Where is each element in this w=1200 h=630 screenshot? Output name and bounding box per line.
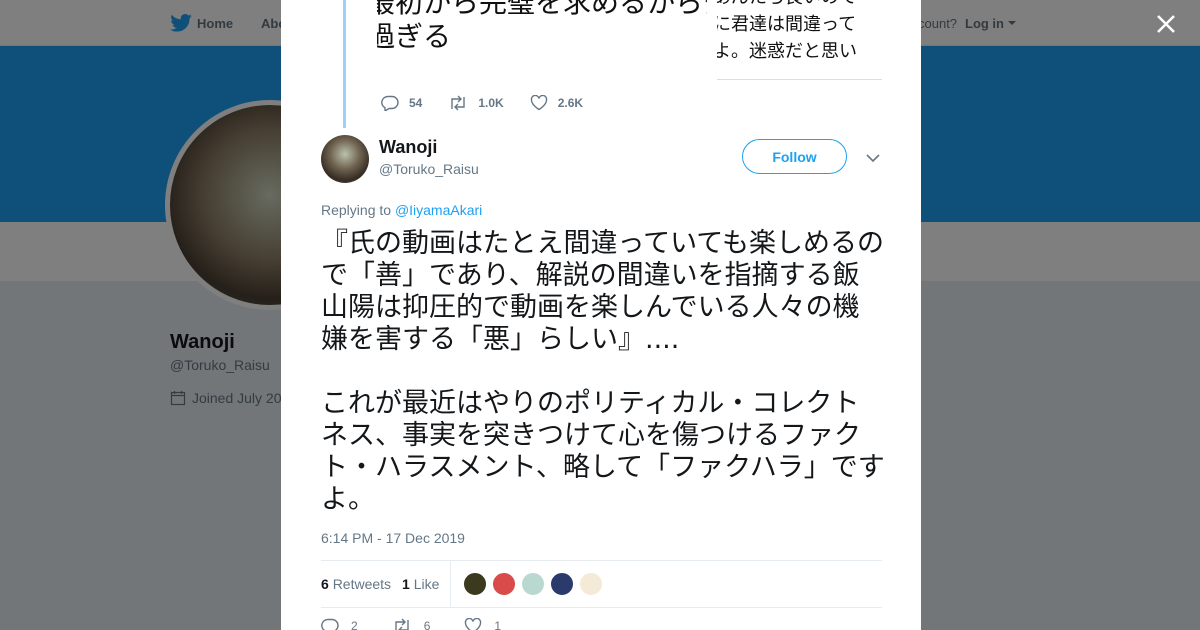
retweet-action[interactable]: 6: [392, 618, 431, 630]
like-action[interactable]: 1: [464, 618, 501, 630]
retweet-icon: [394, 618, 409, 630]
replying-to: Replying to @IiyamaAkari: [321, 202, 482, 218]
like-count: 2.6K: [557, 96, 584, 110]
tweet-paragraph: 『氏の動画はたとえ間違っていても楽しめるので「善」であり、解説の間違いを指摘する…: [321, 228, 884, 355]
image-text-line: あんたら良いので: [717, 0, 882, 11]
likes-stat-label: Like: [413, 576, 440, 592]
tweet-permalink-modal: 最初から完璧を求めるから夕 過ぎる あんたら良いので に君達は間違って よ。迷惑…: [281, 0, 921, 630]
image-text-line: 過ぎる: [377, 21, 452, 52]
author-avatar[interactable]: [321, 135, 369, 183]
retweets-stat-label: Retweets: [332, 576, 392, 592]
previous-tweet-actions: 54 1.0K 2.6K: [381, 94, 609, 112]
follow-button[interactable]: Follow: [742, 139, 847, 174]
retweets-stat[interactable]: 6 Retweets: [321, 576, 391, 592]
reply-count: 2: [351, 619, 358, 630]
close-icon[interactable]: [1152, 10, 1180, 38]
attached-image-left[interactable]: 最初から完璧を求めるから夕 過ぎる: [377, 0, 707, 78]
reply-action[interactable]: 2: [321, 618, 358, 630]
tweet-paragraph: これが最近はやりのポリティカル・コレクトネス、事実を突きつけて心を傷つけるファク…: [321, 388, 885, 515]
like-action[interactable]: 2.6K: [530, 95, 583, 111]
reply-icon: [321, 618, 339, 630]
retweet-count: 1.0K: [478, 96, 504, 110]
attached-image-right[interactable]: あんたら良いので に君達は間違って よ。迷惑だと思い: [717, 0, 882, 80]
chevron-down-icon[interactable]: [865, 151, 881, 165]
heart-icon: [465, 618, 482, 630]
tweet-timestamp[interactable]: 6:14 PM - 17 Dec 2019: [321, 530, 465, 546]
liker-avatar[interactable]: [463, 572, 487, 596]
replying-prefix: Replying to: [321, 202, 392, 218]
replying-to-link[interactable]: @IiyamaAkari: [395, 202, 482, 218]
author-handle[interactable]: @Toruko_Raisu: [379, 161, 479, 177]
tweet-actions: 2 6 1: [321, 618, 535, 630]
reply-action[interactable]: 54: [381, 95, 422, 111]
like-count: 1: [494, 619, 502, 630]
liker-avatars: [463, 572, 608, 596]
image-text-line: よ。迷惑だと思い: [717, 41, 857, 61]
likes-stat[interactable]: 1 Like: [402, 576, 439, 592]
retweets-stat-count: 6: [321, 576, 329, 592]
stats-divider: [450, 561, 451, 608]
tweet-text: 『氏の動画はたとえ間違っていても楽しめるので「善」であり、解説の間違いを指摘する…: [321, 228, 886, 516]
retweet-action[interactable]: 1.0K: [448, 95, 504, 111]
likes-stat-count: 1: [402, 576, 410, 592]
heart-icon: [530, 95, 547, 111]
tweet-stats: 6 Retweets 1 Like: [321, 560, 882, 608]
conversation-thread-line: [343, 0, 346, 128]
retweet-count: 6: [423, 619, 431, 630]
image-text-line: に君達は間違って: [717, 14, 857, 34]
reply-icon: [381, 95, 399, 111]
liker-avatar[interactable]: [521, 572, 545, 596]
liker-avatar[interactable]: [492, 572, 516, 596]
reply-count: 54: [409, 96, 423, 110]
author-name[interactable]: Wanoji: [379, 137, 437, 158]
liker-avatar[interactable]: [550, 572, 574, 596]
liker-avatar[interactable]: [579, 572, 603, 596]
retweet-icon: [451, 95, 466, 111]
image-text-line: 最初から完璧を求めるから夕: [377, 0, 707, 18]
